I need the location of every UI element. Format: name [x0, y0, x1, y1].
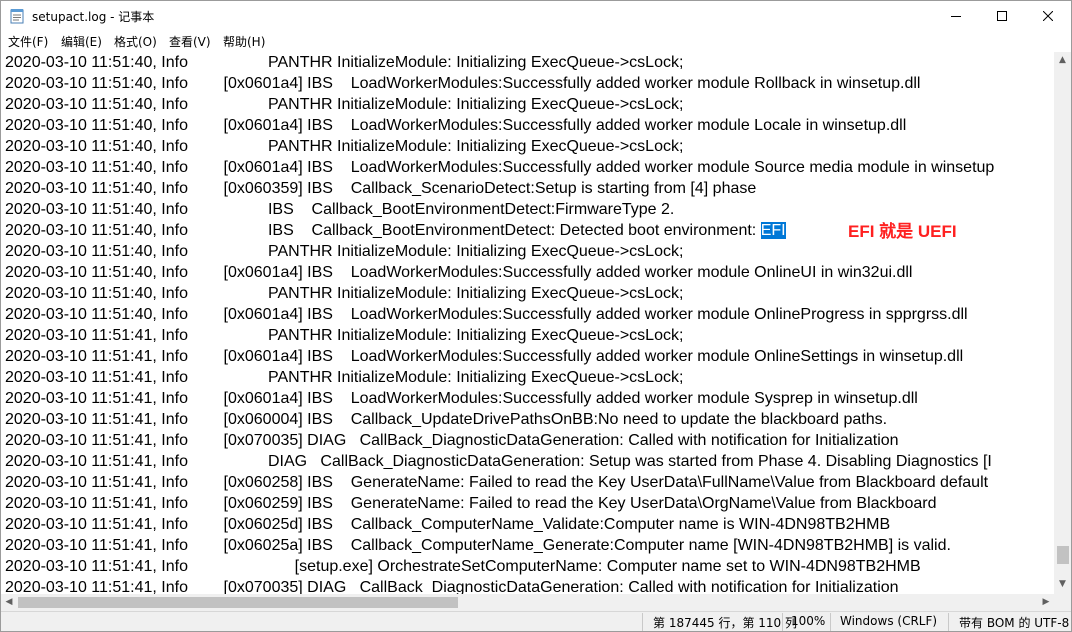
text-line: 2020-03-10 11:51:41, Info [0x070035] DIA…	[5, 579, 899, 594]
scroll-down-icon[interactable]: ▼	[1054, 579, 1071, 589]
text-line: 2020-03-10 11:51:41, Info [0x070035] DIA…	[5, 432, 899, 449]
text-line-content: 2020-03-10 11:51:40, Info IBS Callback_B…	[5, 222, 761, 239]
text-line: 2020-03-10 11:51:40, Info [0x0601a4] IBS…	[5, 117, 907, 134]
text-line: 2020-03-10 11:51:40, Info [0x0601a4] IBS…	[5, 306, 968, 323]
vertical-scrollbar[interactable]: ▲ ▼	[1054, 52, 1071, 594]
window-title: setupact.log - 记事本	[32, 10, 155, 24]
text-line: 2020-03-10 11:51:41, Info [0x0601a4] IBS…	[5, 390, 918, 407]
text-line: 2020-03-10 11:51:40, Info [0x0601a4] IBS…	[5, 75, 921, 92]
text-editor[interactable]: 2020-03-10 11:51:40, Info PANTHR Initial…	[1, 52, 1054, 594]
close-icon	[1043, 11, 1053, 21]
title-bar[interactable]: setupact.log - 记事本	[1, 1, 1071, 31]
notepad-window: setupact.log - 记事本 文件(F) 编辑(E) 格式(O) 查看(…	[0, 0, 1072, 632]
menu-bar: 文件(F) 编辑(E) 格式(O) 查看(V) 帮助(H)	[1, 31, 1071, 51]
text-line: 2020-03-10 11:51:41, Info PANTHR Initial…	[5, 327, 684, 344]
text-line: 2020-03-10 11:51:41, Info [0x060259] IBS…	[5, 495, 937, 512]
vertical-scroll-thumb[interactable]	[1057, 546, 1069, 564]
text-line: 2020-03-10 11:51:40, Info [0x060359] IBS…	[5, 180, 757, 197]
status-bar: 第 187445 行，第 110 列 100% Windows (CRLF) 带…	[1, 611, 1071, 631]
scroll-up-icon[interactable]: ▲	[1054, 55, 1071, 65]
status-divider	[948, 613, 949, 631]
text-line: 2020-03-10 11:51:40, Info PANTHR Initial…	[5, 54, 684, 71]
menu-edit[interactable]: 编辑(E)	[61, 33, 102, 50]
menu-file[interactable]: 文件(F)	[8, 33, 48, 50]
status-divider	[782, 613, 783, 631]
text-line: 2020-03-10 11:51:41, Info [0x060004] IBS…	[5, 411, 888, 428]
text-line: 2020-03-10 11:51:41, Info [setup.exe] Or…	[5, 558, 921, 575]
text-line: 2020-03-10 11:51:41, Info DIAG CallBack_…	[5, 453, 992, 470]
horizontal-scroll-thumb[interactable]	[18, 597, 458, 608]
minimize-icon	[951, 16, 961, 17]
text-line-with-selection: 2020-03-10 11:51:40, Info IBS Callback_B…	[5, 220, 786, 241]
menu-view[interactable]: 查看(V)	[169, 33, 211, 50]
text-line: 2020-03-10 11:51:40, Info PANTHR Initial…	[5, 96, 684, 113]
notepad-icon	[10, 9, 24, 24]
annotation-label: EFI 就是 UEFI	[848, 222, 957, 241]
text-line: 2020-03-10 11:51:40, Info [0x0601a4] IBS…	[5, 264, 913, 281]
text-line: 2020-03-10 11:51:41, Info [0x0601a4] IBS…	[5, 348, 964, 365]
scroll-right-icon[interactable]: ▶	[1041, 597, 1051, 607]
menu-format[interactable]: 格式(O)	[114, 33, 157, 50]
text-line: 2020-03-10 11:51:40, Info PANTHR Initial…	[5, 138, 684, 155]
selected-text: EFI	[760, 222, 786, 239]
cursor-position: 第 187445 行，第 110 列	[653, 616, 797, 630]
scroll-left-icon[interactable]: ◀	[4, 597, 14, 607]
status-divider	[642, 613, 643, 631]
text-line: 2020-03-10 11:51:40, Info PANTHR Initial…	[5, 285, 684, 302]
maximize-button[interactable]	[979, 1, 1025, 31]
menu-help[interactable]: 帮助(H)	[223, 33, 265, 50]
text-line: 2020-03-10 11:51:40, Info PANTHR Initial…	[5, 243, 684, 260]
close-button[interactable]	[1025, 1, 1071, 31]
line-ending: Windows (CRLF)	[840, 614, 938, 628]
scrollbar-corner	[1054, 594, 1071, 611]
encoding: 带有 BOM 的 UTF-8	[959, 616, 1070, 630]
text-line: 2020-03-10 11:51:40, Info [0x0601a4] IBS…	[5, 159, 995, 176]
text-line: 2020-03-10 11:51:41, Info PANTHR Initial…	[5, 369, 684, 386]
text-line: 2020-03-10 11:51:41, Info [0x06025d] IBS…	[5, 516, 891, 533]
status-divider	[830, 613, 831, 631]
text-line: 2020-03-10 11:51:40, Info IBS Callback_B…	[5, 201, 675, 218]
minimize-button[interactable]	[933, 1, 979, 31]
text-line: 2020-03-10 11:51:41, Info [0x06025a] IBS…	[5, 537, 951, 554]
maximize-icon	[997, 11, 1007, 21]
text-line: 2020-03-10 11:51:41, Info [0x060258] IBS…	[5, 474, 989, 491]
zoom-level: 100%	[791, 614, 826, 628]
